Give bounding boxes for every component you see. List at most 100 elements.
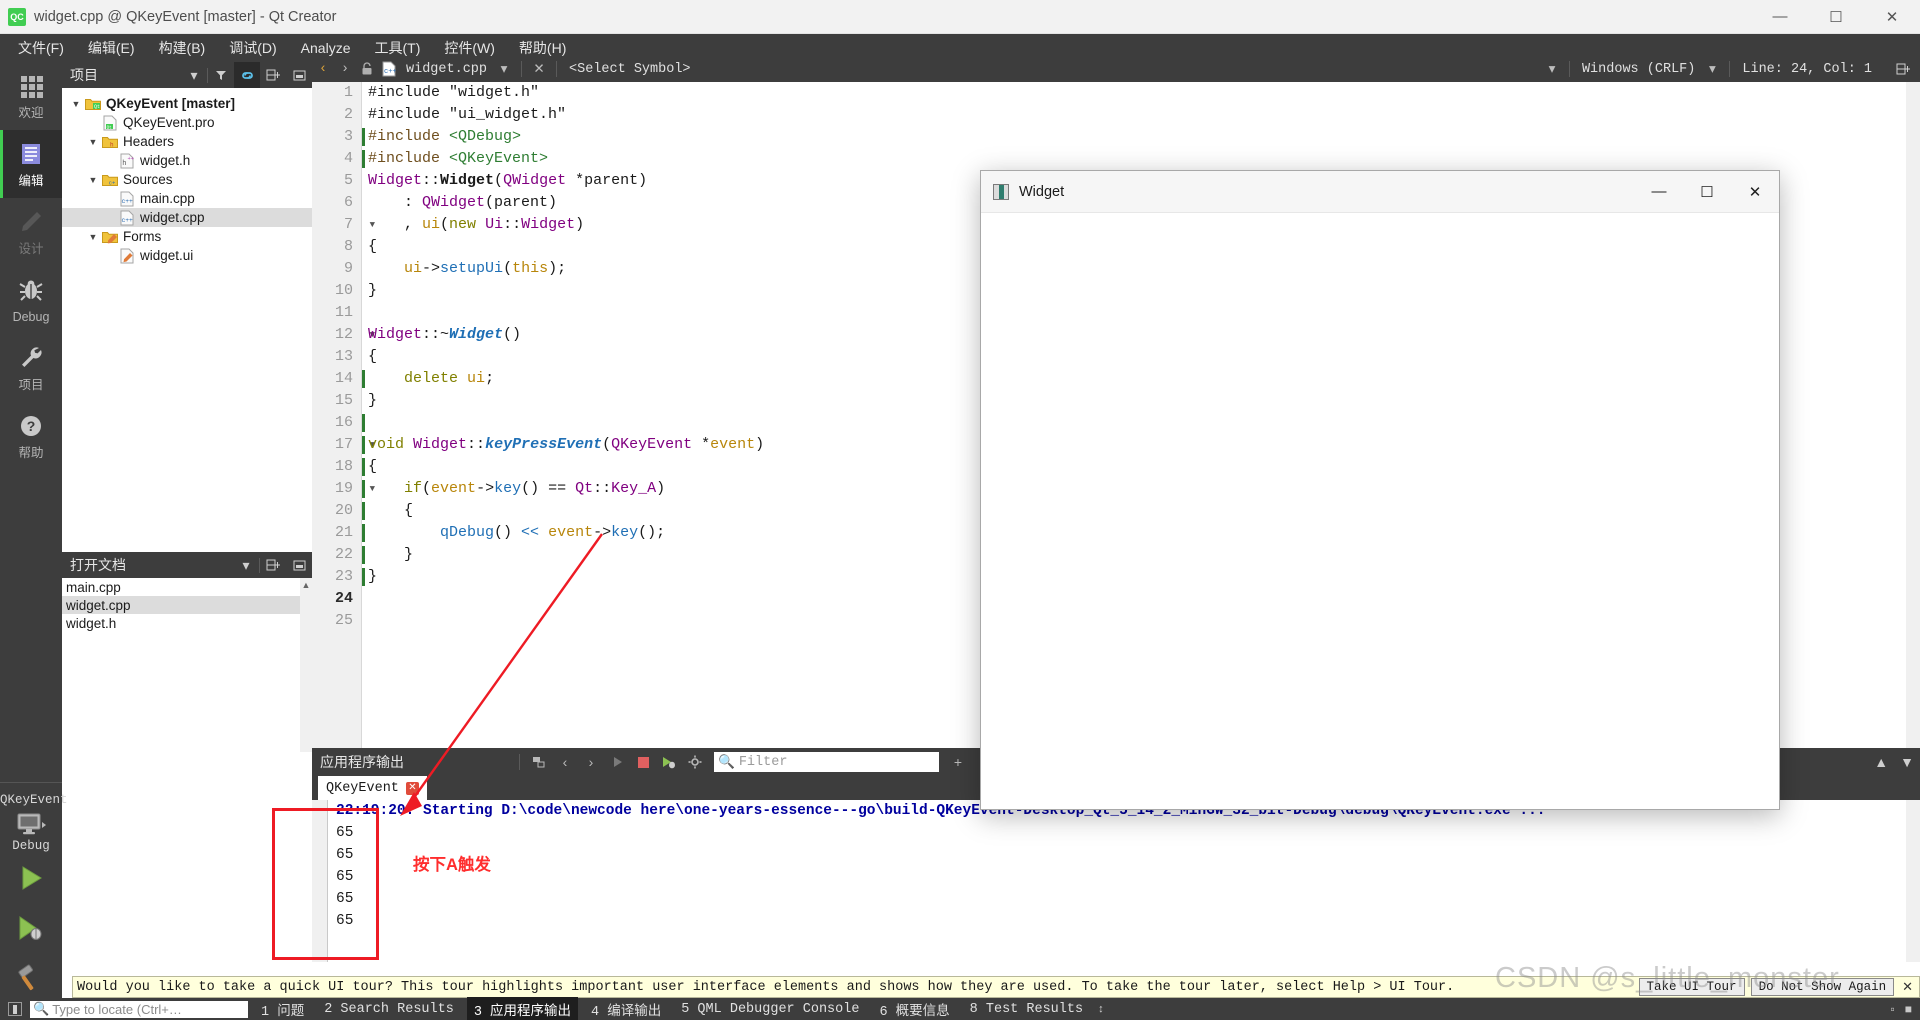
chevron-down-icon[interactable]: ▼ (68, 99, 84, 109)
status-tab-3[interactable]: 3 应用程序输出 (466, 996, 579, 1020)
status-tab-7[interactable]: 8 Test Results (963, 1000, 1090, 1019)
status-tab-6[interactable]: 6 概要信息 (872, 997, 956, 1020)
code-line[interactable]: #include <QKeyEvent> (362, 148, 1920, 170)
open-document-widget-h[interactable]: widget.h (62, 614, 312, 632)
open-documents-scrollbar[interactable]: ▲ (300, 578, 312, 752)
widget-window-content[interactable] (981, 213, 1779, 809)
chevron-down-icon[interactable]: ▾ (1701, 56, 1723, 82)
close-output-icon[interactable]: ▼ (1900, 754, 1914, 770)
project-tree[interactable]: ▼ Qt QKeyEvent [master] Qt QKeyEvent.pro ▼ h He… (62, 88, 312, 265)
code-line[interactable]: #include "widget.h" (362, 82, 1920, 104)
lock-icon[interactable] (356, 56, 378, 82)
widget-minimize-button[interactable]: — (1635, 171, 1683, 213)
start-debugging-button[interactable] (0, 903, 62, 953)
tree-item-headers[interactable]: ▼ h Headers (62, 132, 312, 151)
build-project-button[interactable] (0, 953, 62, 1003)
status-tab-1[interactable]: 1 问题 (254, 997, 311, 1020)
status-tab-2[interactable]: 2 Search Results (317, 1000, 461, 1019)
status-tab-5[interactable]: 5 QML Debugger Console (674, 1000, 866, 1019)
tree-item-main.cpp[interactable]: c++ main.cpp (62, 189, 312, 208)
navigate-back-button[interactable]: ‹ (312, 56, 334, 82)
previous-item-button[interactable]: ‹ (552, 748, 578, 776)
output-line: 65 (336, 891, 354, 907)
chevron-down-icon[interactable]: ▾ (1541, 56, 1563, 82)
tree-item-qkeyevent-master-[interactable]: ▼ Qt QKeyEvent [master] (62, 94, 312, 113)
gear-icon[interactable] (682, 748, 708, 776)
output-filter-input[interactable]: 🔍 Filter (714, 752, 939, 772)
output-pane-updown-icon[interactable]: ↕ (1098, 1003, 1104, 1015)
scroll-up-icon[interactable]: ▲ (300, 578, 312, 590)
window-close-button[interactable]: ✕ (1864, 0, 1920, 34)
widget-maximize-button[interactable]: ☐ (1683, 171, 1731, 213)
line-ending-label[interactable]: Windows (CRLF) (1576, 62, 1701, 77)
application-output-body[interactable]: 22:19:20: Starting D:\code\newcode here\… (312, 800, 1920, 962)
minimize-panel-icon[interactable] (286, 62, 312, 88)
menu-build[interactable]: 构建(B) (147, 35, 218, 61)
chevron-down-icon[interactable]: ▾ (233, 552, 259, 578)
maximize-output-icon[interactable]: ▲ (1874, 754, 1888, 770)
menu-debug[interactable]: 调试(D) (217, 35, 288, 61)
current-file-label[interactable]: widget.cpp (400, 62, 493, 77)
chevron-down-icon[interactable]: ▾ (181, 62, 207, 88)
mode-设计[interactable]: 设计 (0, 198, 62, 266)
mode-项目[interactable]: 项目 (0, 334, 62, 402)
desktop-kit-icon[interactable] (0, 813, 62, 837)
maximize-output-icon[interactable]: ■ (1905, 1002, 1912, 1016)
symbol-selector[interactable]: <Select Symbol> (563, 62, 697, 77)
mode-编辑[interactable]: 编辑 (0, 130, 62, 198)
zoom-in-button[interactable]: + (945, 748, 971, 776)
stop-button[interactable] (630, 748, 656, 776)
tree-item-sources[interactable]: ▼ c+ Sources (62, 170, 312, 189)
mode-帮助[interactable]: ? 帮助 (0, 402, 62, 470)
close-icon[interactable]: ✕ (405, 781, 419, 795)
code-line[interactable]: #include <QDebug> (362, 126, 1920, 148)
output-settings-icon[interactable] (526, 748, 552, 776)
svg-text:h: h (122, 160, 126, 168)
close-file-button[interactable]: ✕ (528, 56, 550, 82)
tree-item-widget.ui[interactable]: widget.ui (62, 246, 312, 265)
output-scrollbar[interactable] (1906, 800, 1920, 962)
split-editor-button[interactable] (1892, 56, 1914, 82)
mode-欢迎[interactable]: 欢迎 (0, 62, 62, 130)
widget-application-window[interactable]: Widget — ☐ ✕ (980, 170, 1780, 810)
toggle-sidebar-icon[interactable] (8, 1002, 22, 1016)
window-minimize-button[interactable]: — (1752, 0, 1808, 34)
tree-item-widget.cpp[interactable]: c++ widget.cpp (62, 208, 312, 227)
chevron-down-icon[interactable]: ▼ (85, 175, 101, 185)
navigate-forward-button[interactable]: › (334, 56, 356, 82)
chevron-down-icon[interactable]: ▼ (85, 137, 101, 147)
next-item-button[interactable]: › (578, 748, 604, 776)
tree-item-forms[interactable]: ▼ Forms (62, 227, 312, 246)
open-document-main-cpp[interactable]: main.cpp (62, 578, 312, 596)
menu-file[interactable]: 文件(F) (6, 35, 76, 61)
output-tab-qkeyevent[interactable]: QKeyEvent ✕ (318, 776, 427, 800)
line-number: 1 (343, 84, 353, 101)
rerun-debug-button[interactable] (656, 748, 682, 776)
filter-icon[interactable] (208, 62, 234, 88)
status-tab-4[interactable]: 4 编译输出 (584, 997, 668, 1020)
take-ui-tour-button[interactable]: Take UI Tour (1638, 978, 1745, 996)
tree-item-widget.h[interactable]: h ++ widget.h (62, 151, 312, 170)
split-icon[interactable] (260, 552, 286, 578)
do-not-show-again-button[interactable]: Do Not Show Again (1750, 978, 1895, 996)
widget-close-button[interactable]: ✕ (1731, 171, 1779, 213)
window-maximize-button[interactable]: ☐ (1808, 0, 1864, 34)
close-banner-icon[interactable]: ✕ (1902, 979, 1913, 995)
minimize-output-icon[interactable]: ▫ (1890, 1002, 1894, 1016)
chevron-down-icon[interactable]: ▾ (493, 56, 515, 82)
tree-item-qkeyevent.pro[interactable]: Qt QKeyEvent.pro (62, 113, 312, 132)
minimize-panel-icon[interactable] (286, 552, 312, 578)
chevron-down-icon[interactable]: ▼ (85, 232, 101, 242)
open-documents-list[interactable]: main.cpp widget.cpp widget.h (62, 578, 312, 632)
sync-with-editor-icon[interactable] (234, 62, 260, 88)
run-button[interactable] (0, 853, 62, 903)
open-document-widget-cpp[interactable]: widget.cpp (62, 596, 312, 614)
mode-Debug[interactable]: Debug (0, 266, 62, 334)
split-icon[interactable] (260, 62, 286, 88)
widget-window-titlebar: Widget — ☐ ✕ (981, 171, 1779, 213)
editor-vertical-scrollbar[interactable] (1906, 82, 1920, 748)
locator-input[interactable]: 🔍 Type to locate (Ctrl+… (30, 1000, 248, 1018)
rerun-button[interactable] (604, 748, 630, 776)
menu-edit[interactable]: 编辑(E) (76, 35, 147, 61)
code-line[interactable]: #include "ui_widget.h" (362, 104, 1920, 126)
